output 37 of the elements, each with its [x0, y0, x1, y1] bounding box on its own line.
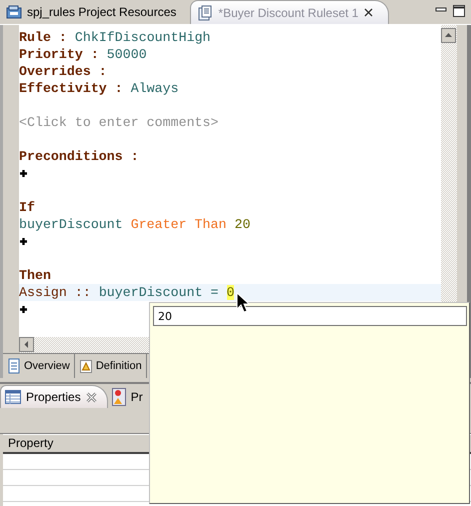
- value-text: Always: [130, 81, 179, 96]
- add-icon: [20, 170, 27, 177]
- column-header[interactable]: Property: [3, 435, 58, 452]
- close-icon: [86, 392, 97, 402]
- page-tab[interactable]: Overview: [3, 354, 75, 378]
- input-field[interactable]: 20: [153, 306, 467, 326]
- operator-text: Greater Than: [130, 217, 226, 232]
- view-tab[interactable]: Properties: [0, 385, 108, 408]
- pointer-icon: [236, 292, 250, 314]
- view-tab[interactable]: Pr: [108, 385, 153, 408]
- table-icon: [5, 390, 21, 404]
- keyword-text: Preconditions :: [19, 149, 139, 164]
- value-text: ChkIfDiscountHigh: [74, 30, 211, 45]
- problems-icon: [112, 388, 126, 406]
- document-icon: [197, 4, 214, 20]
- value-text: buyerDiscount: [19, 217, 123, 232]
- number-text: 20: [234, 217, 250, 232]
- keyword-text: If: [19, 200, 35, 215]
- editor-tab[interactable]: spj_rules Project Resources: [0, 0, 184, 24]
- warning-icon: [80, 360, 92, 372]
- keyword-text: Priority :: [19, 47, 99, 62]
- value-text: =: [210, 285, 219, 300]
- folder-icon: [6, 5, 22, 19]
- selected-value[interactable]: 0: [226, 285, 234, 300]
- keyword-text: Then: [19, 268, 51, 283]
- keyword-text: Effectivity :: [19, 81, 123, 96]
- add-icon: [20, 306, 27, 313]
- value-text: buyerDiscount: [98, 285, 203, 300]
- action-text: Assign ::: [19, 285, 91, 300]
- add-icon: [20, 238, 27, 245]
- maximize-icon: [453, 5, 465, 17]
- page-icon: [8, 358, 20, 374]
- keyword-text: Rule :: [19, 30, 67, 45]
- value-text: 50000: [106, 47, 147, 62]
- page-tab[interactable]: Definition: [74, 354, 147, 378]
- keyword-text: Overrides :: [19, 64, 107, 79]
- close-icon: [363, 7, 374, 18]
